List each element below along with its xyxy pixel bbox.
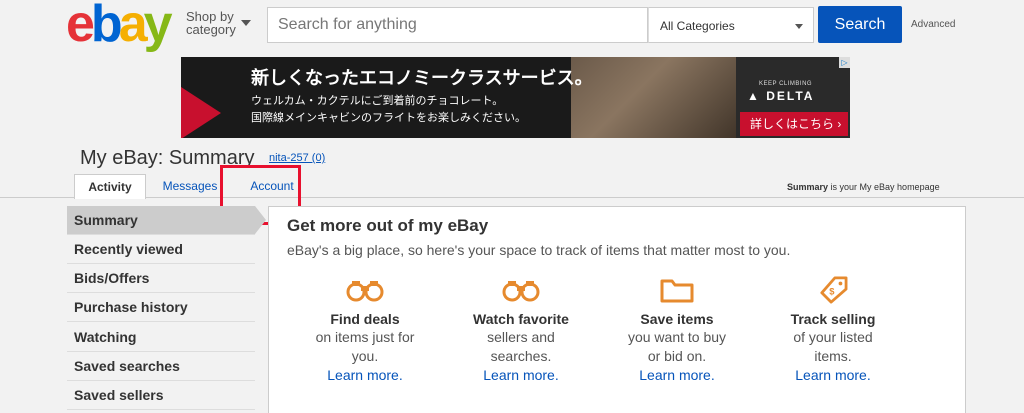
ad-details-button[interactable]: 詳しくはこちら ›: [740, 112, 848, 136]
price-tag-icon: $: [820, 276, 848, 304]
search-button[interactable]: Search: [818, 6, 902, 43]
selected-arrow: [255, 206, 266, 234]
ebay-logo[interactable]: ebay: [66, 0, 173, 50]
shop-by-category-button[interactable]: Shop by category: [186, 10, 236, 36]
sidebar-item-purchase-history[interactable]: Purchase history: [67, 293, 255, 322]
chevron-down-icon[interactable]: [241, 20, 251, 26]
delta-red-chevron: [181, 87, 221, 138]
sidebar-item-bids-offers[interactable]: Bids/Offers: [67, 264, 255, 293]
panel-subtitle: eBay's a big place, so here's your space…: [287, 242, 791, 258]
advanced-search-link[interactable]: Advanced: [911, 19, 955, 30]
user-feedback-link[interactable]: nita-257 (0): [269, 152, 325, 164]
feature-watch-favorite: Watch favorite sellers and searches. Lea…: [451, 276, 591, 385]
ad-text-line2: 国際線メインキャビンのフライトをお楽しみください。: [251, 112, 526, 124]
svg-text:$: $: [829, 287, 835, 297]
tab-activity[interactable]: Activity: [74, 174, 146, 199]
sidebar-item-saved-searches[interactable]: Saved searches: [67, 352, 255, 381]
ad-photo: [571, 57, 741, 138]
feature-track-selling: $ Track selling of your listed items. Le…: [763, 276, 903, 385]
binoculars-icon: [502, 281, 540, 302]
ad-tagline: KEEP CLIMBING: [759, 81, 813, 87]
learn-more-link[interactable]: Learn more.: [607, 366, 747, 385]
feature-find-deals: Find deals on items just for you. Learn …: [295, 276, 435, 385]
learn-more-link[interactable]: Learn more.: [451, 366, 591, 385]
sidebar-item-summary[interactable]: Summary: [67, 206, 255, 235]
folder-icon: [660, 279, 694, 303]
category-select[interactable]: All Categories: [648, 7, 814, 43]
binoculars-icon: [346, 281, 384, 302]
delta-logo: ▲ DELTA: [747, 89, 815, 103]
search-input[interactable]: Search for anything: [267, 7, 648, 43]
chevron-down-icon: [795, 24, 803, 29]
sidebar-item-watching[interactable]: Watching: [67, 323, 255, 352]
tab-divider: [0, 197, 1024, 198]
panel-title: Get more out of my eBay: [287, 216, 489, 235]
ad-headline: 新しくなったエコノミークラスサービス。: [251, 68, 593, 88]
feature-save-items: Save items you want to buy or bid on. Le…: [607, 276, 747, 385]
adchoices-icon[interactable]: ▷: [839, 57, 850, 68]
sidebar-item-recently-viewed[interactable]: Recently viewed: [67, 235, 255, 264]
learn-more-link[interactable]: Learn more.: [295, 366, 435, 385]
learn-more-link[interactable]: Learn more.: [763, 366, 903, 385]
tab-messages[interactable]: Messages: [158, 174, 222, 198]
summary-note: Summary is your My eBay homepage: [787, 182, 940, 192]
ebay-page: ebay Shop by category Search for anythin…: [0, 0, 1024, 413]
sidebar-item-saved-sellers[interactable]: Saved sellers: [67, 381, 255, 410]
delta-ad-banner[interactable]: 新しくなったエコノミークラスサービス。 ウェルカム・カクテルにご到着前のチョコレ…: [181, 57, 850, 138]
ad-text-line1: ウェルカム・カクテルにご到着前のチョコレート。: [251, 95, 504, 107]
